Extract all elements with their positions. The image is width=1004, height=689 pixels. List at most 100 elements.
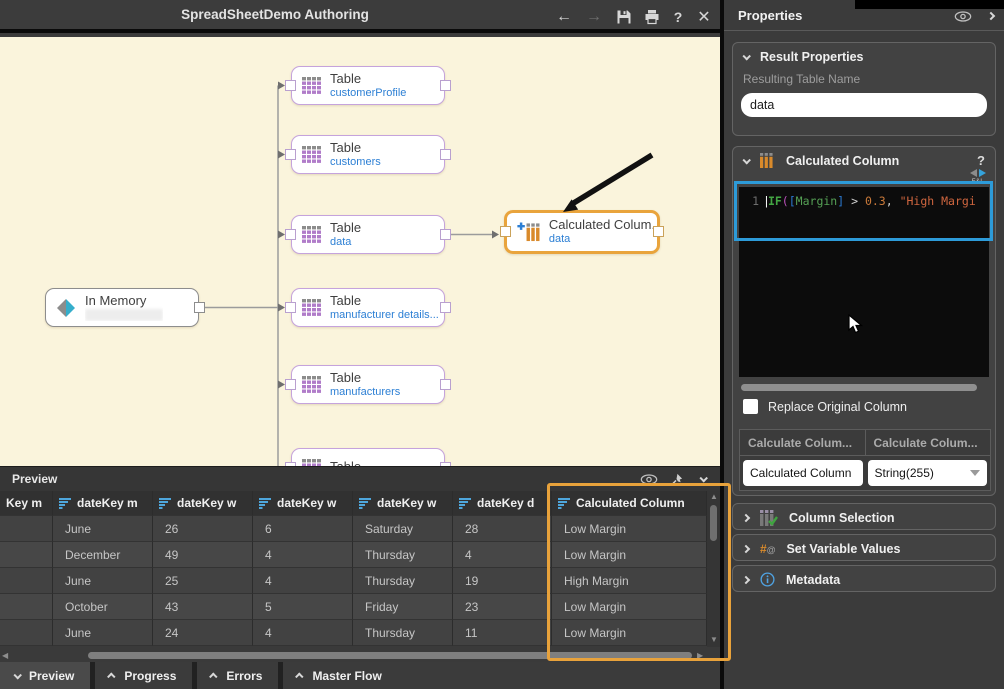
- section-calculated-column: Calculated Column ? F&L 1|IF([Margin] > …: [732, 146, 996, 496]
- code-line: 1|IF([Margin] > 0.3, "High Margi: [739, 194, 989, 208]
- node-subtitle: data: [549, 233, 657, 246]
- resulting-table-name-input[interactable]: data: [741, 93, 987, 117]
- node-title: Calculated Colum...: [549, 218, 657, 233]
- column-header[interactable]: dateKey m: [53, 491, 153, 516]
- node-table-partial[interactable]: Table: [291, 448, 445, 466]
- formula-language-toggle-icon[interactable]: F&L: [969, 167, 987, 185]
- column-header[interactable]: Key m: [0, 491, 53, 516]
- properties-collapse-icon[interactable]: [982, 8, 1000, 24]
- print-icon[interactable]: [640, 5, 664, 29]
- save-icon[interactable]: [612, 5, 636, 29]
- editor-horizontal-scrollbar[interactable]: [739, 383, 989, 392]
- table-cell: Low Margin: [552, 542, 707, 568]
- node-in-memory[interactable]: In Memory: [45, 288, 199, 327]
- table-cell: 25: [153, 568, 253, 594]
- node-table-customers[interactable]: Table customers: [291, 135, 445, 174]
- calculated-column-header[interactable]: Calculated Column: [733, 147, 995, 174]
- output-port[interactable]: [653, 226, 664, 237]
- column-type-dropdown[interactable]: String(255): [868, 460, 988, 486]
- preview-eye-icon[interactable]: [640, 471, 658, 487]
- column-selection-header[interactable]: Column Selection: [733, 504, 995, 531]
- tab-master-flow[interactable]: Master Flow: [283, 662, 720, 689]
- flow-canvas[interactable]: Table customerProfile Table customers Ta…: [0, 37, 720, 466]
- calculated-column-icon: [517, 222, 540, 242]
- table-cell: 11: [453, 620, 552, 646]
- help-question-icon[interactable]: ?: [977, 153, 985, 168]
- column-header[interactable]: dateKey w: [153, 491, 253, 516]
- output-port[interactable]: [440, 229, 451, 240]
- close-icon[interactable]: ✕: [692, 5, 716, 29]
- tab-preview[interactable]: Preview: [0, 662, 90, 689]
- preview-collapse-icon[interactable]: [694, 471, 712, 487]
- table-cell: Thursday: [353, 568, 453, 594]
- redaction-bar: [855, 0, 1004, 9]
- properties-panel: Properties Result Properties Resulting T…: [720, 0, 1004, 689]
- preview-vertical-scrollbar[interactable]: ▲ ▼: [707, 491, 720, 647]
- node-title: Table: [330, 141, 381, 156]
- formula-code-editor[interactable]: 1|IF([Margin] > 0.3, "High Margi: [739, 187, 989, 377]
- node-title: In Memory: [85, 294, 163, 309]
- chevron-up-icon: [295, 672, 303, 680]
- line-number: 1: [739, 194, 759, 208]
- table-row: October435Friday23Low Margin: [0, 594, 707, 620]
- column-header[interactable]: dateKey d: [453, 491, 552, 516]
- column-selection-icon: [760, 510, 778, 526]
- table-cell: December: [53, 542, 153, 568]
- forward-icon[interactable]: →: [582, 5, 606, 29]
- node-calculated-column[interactable]: Calculated Colum... data: [504, 210, 660, 254]
- set-variable-values-header[interactable]: #@ Set Variable Values: [733, 535, 995, 562]
- output-port[interactable]: [440, 302, 451, 313]
- output-port[interactable]: [440, 462, 451, 467]
- output-port[interactable]: [194, 302, 205, 313]
- preview-panel: Preview Key mdateKey mdateKey wdateKey w…: [0, 466, 720, 662]
- node-table-manufacturers[interactable]: Table manufacturers: [291, 365, 445, 404]
- column-header[interactable]: dateKey w: [353, 491, 453, 516]
- code-token: ,: [886, 194, 900, 208]
- input-port[interactable]: [285, 379, 296, 390]
- input-port[interactable]: [285, 462, 296, 467]
- properties-eye-icon[interactable]: [954, 8, 972, 24]
- code-token: [: [789, 194, 796, 208]
- redacted-subtitle: [85, 309, 163, 321]
- column-header[interactable]: Calculated Column: [552, 491, 707, 516]
- sort-icon: [558, 498, 571, 509]
- output-port[interactable]: [440, 80, 451, 91]
- node-table-manufacturer-details[interactable]: Table manufacturer details...: [291, 288, 445, 327]
- table-row: June266Saturday28Low Margin: [0, 516, 707, 542]
- table-cell: June: [53, 620, 153, 646]
- preview-pin-icon[interactable]: [667, 471, 685, 487]
- preview-panel-title: Preview: [12, 472, 57, 486]
- replace-original-column-checkbox[interactable]: [743, 399, 758, 414]
- column-name-input[interactable]: Calculated Column: [743, 460, 863, 486]
- metadata-header[interactable]: Metadata: [733, 566, 995, 593]
- table-grid-icon: [302, 376, 321, 393]
- table-cell: Low Margin: [552, 516, 707, 542]
- node-subtitle: customers: [330, 156, 381, 169]
- result-properties-header[interactable]: Result Properties: [733, 43, 995, 70]
- tab-progress[interactable]: Progress: [95, 662, 192, 689]
- section-metadata: Metadata: [732, 565, 996, 592]
- column-header[interactable]: dateKey w: [253, 491, 353, 516]
- table-cell: 43: [153, 594, 253, 620]
- tab-errors[interactable]: Errors: [197, 662, 278, 689]
- help-icon[interactable]: ?: [666, 5, 690, 29]
- input-port[interactable]: [500, 226, 511, 237]
- section-title: Column Selection: [789, 511, 895, 525]
- tab-label: Preview: [29, 669, 74, 683]
- back-icon[interactable]: ←: [552, 5, 576, 29]
- output-port[interactable]: [440, 149, 451, 160]
- input-port[interactable]: [285, 302, 296, 313]
- input-port[interactable]: [285, 149, 296, 160]
- input-port[interactable]: [285, 229, 296, 240]
- input-port[interactable]: [285, 80, 296, 91]
- application-window: SpreadSheetDemo Authoring ← → ? ✕: [0, 0, 1004, 689]
- node-subtitle: manufacturer details...: [330, 309, 439, 322]
- resulting-table-name-label: Resulting Table Name: [743, 72, 995, 86]
- node-table-customerprofile[interactable]: Table customerProfile: [291, 66, 445, 105]
- preview-horizontal-scrollbar[interactable]: ◀ ▶: [0, 649, 707, 662]
- table-cell: Low Margin: [552, 594, 707, 620]
- tab-label: Master Flow: [312, 669, 381, 683]
- table-cell: 4: [253, 620, 353, 646]
- node-table-data[interactable]: Table data: [291, 215, 445, 254]
- output-port[interactable]: [440, 379, 451, 390]
